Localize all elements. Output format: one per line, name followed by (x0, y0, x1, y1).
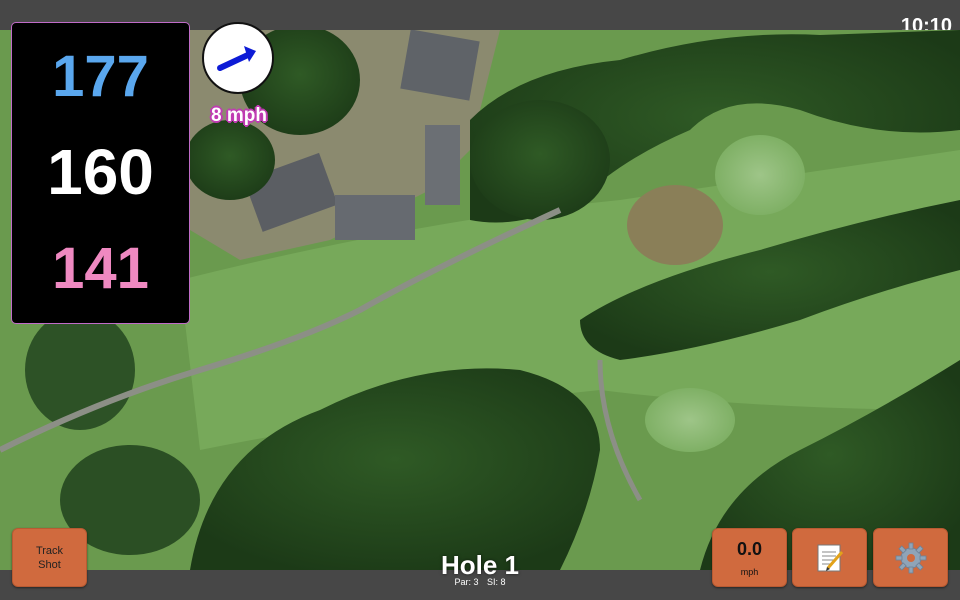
hole-meta: Par: 3 SI: 8 (380, 577, 580, 587)
hole-par: Par: 3 (454, 577, 479, 587)
hole-si: SI: 8 (487, 577, 506, 587)
speed-unit: mph (740, 567, 759, 577)
notes-button[interactable] (792, 528, 867, 587)
middle-distance: 160 (47, 136, 154, 208)
settings-button[interactable] (873, 528, 948, 587)
distance-panel: 177 160 141 (11, 22, 190, 324)
track-shot-label: Track Shot (35, 544, 64, 571)
speed-button[interactable]: 0.0 mph (712, 528, 787, 587)
notepad-icon (817, 544, 843, 571)
speed-value: 0.0 (736, 539, 763, 559)
wind-speed-label: 8 mph (211, 105, 267, 126)
back-distance: 177 (52, 44, 149, 109)
track-shot-button[interactable]: Track Shot (12, 528, 87, 587)
wind-indicator[interactable] (202, 22, 274, 94)
front-distance: 141 (52, 236, 149, 301)
gear-icon (895, 542, 926, 573)
arrow-icon (217, 46, 256, 71)
